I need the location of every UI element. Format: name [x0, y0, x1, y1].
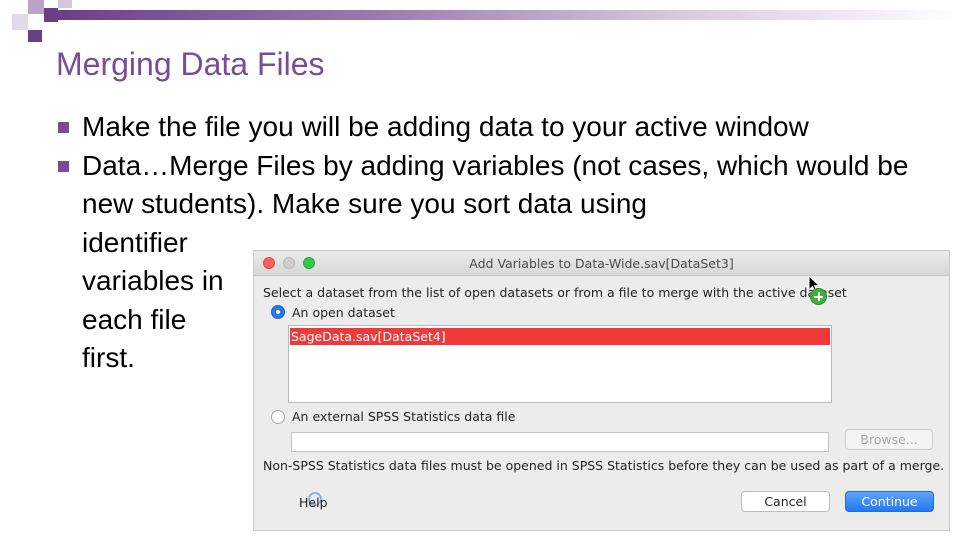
external-file-radio[interactable] — [271, 410, 285, 424]
cancel-button[interactable]: Cancel — [741, 491, 830, 512]
bullet-item: Make the file you will be adding data to… — [58, 108, 938, 147]
square-bullet-icon — [58, 160, 69, 172]
decor-square — [44, 8, 58, 22]
open-datasets-list[interactable]: SageData.sav[DataSet4] — [288, 325, 832, 403]
square-bullet-icon — [58, 122, 69, 133]
dialog-title: Add Variables to Data-Wide.sav[DataSet3] — [469, 256, 734, 271]
open-dataset-radio[interactable] — [271, 305, 285, 319]
help-button[interactable]: Help — [299, 495, 328, 510]
merge-note: Non-SPSS Statistics data files must be o… — [263, 458, 945, 473]
continue-button[interactable]: Continue — [845, 491, 934, 512]
external-file-input[interactable] — [291, 432, 829, 452]
decor-square — [12, 14, 28, 30]
add-variables-dialog: Add Variables to Data-Wide.sav[DataSet3]… — [253, 250, 950, 531]
dialog-prompt: Select a dataset from the list of open d… — [263, 285, 847, 300]
open-dataset-label[interactable]: An open dataset — [292, 305, 395, 320]
bullet-text: Data…Merge Files by adding variables (no… — [82, 149, 909, 220]
decor-square — [28, 30, 42, 42]
decor-square — [28, 0, 44, 14]
dialog-titlebar[interactable]: Add Variables to Data-Wide.sav[DataSet3] — [254, 251, 949, 276]
green-plus-icon — [810, 288, 827, 305]
slide-title: Merging Data Files — [56, 46, 325, 82]
bullet-text: Make the file you will be adding data to… — [82, 111, 809, 142]
decor-square — [58, 0, 72, 8]
list-item[interactable]: SageData.sav[DataSet4] — [290, 328, 830, 345]
bullet-text-continued: identifier variables in each file first. — [82, 226, 224, 374]
external-file-label[interactable]: An external SPSS Statistics data file — [292, 409, 515, 424]
browse-button[interactable]: Browse... — [845, 429, 933, 450]
header-gradient-bar — [58, 10, 960, 20]
